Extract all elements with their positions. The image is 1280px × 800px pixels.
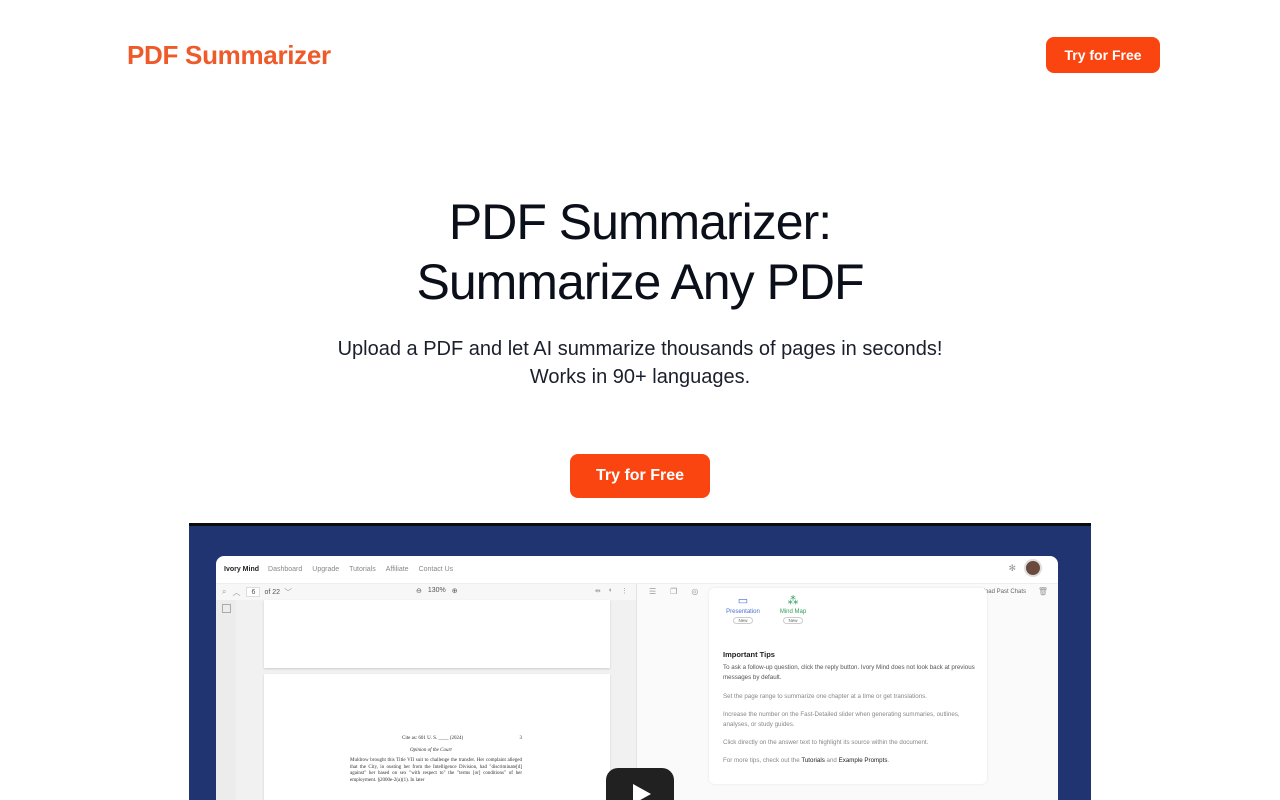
presentation-icon: ▭ (737, 595, 749, 607)
title-line-2: Summarize Any PDF (416, 254, 864, 310)
pdf-page (264, 600, 610, 668)
presentation-label: Presentation (726, 609, 760, 615)
page-number-field: 6 (246, 587, 261, 597)
hero-subtitle: Upload a PDF and let AI summarize thousa… (0, 335, 1280, 391)
try-for-free-header-button[interactable]: Try for Free (1046, 37, 1160, 73)
tutorials-link: Tutorials (801, 757, 825, 764)
page-title: PDF Summarizer: Summarize Any PDF (0, 192, 1280, 312)
zoom-level: 130% (427, 587, 446, 594)
app-nav-affiliate: Affiliate (385, 566, 409, 573)
tips-card: ▭ Presentation New ⁂ Mind Map New Import… (709, 588, 987, 784)
tips-title: Important Tips (723, 650, 775, 659)
split-icon: ⇹ (594, 588, 601, 595)
trash-icon: 🗑 (1037, 587, 1048, 596)
zoom-out-icon: ⊖ (416, 588, 422, 595)
tip: Set the page range to summarize one chap… (723, 693, 927, 700)
title-line-1: PDF Summarizer: (448, 194, 832, 250)
theme-icon: ◐ (608, 587, 613, 594)
subtitle-line-2: Works in 90+ languages. (529, 366, 751, 388)
avatar (1024, 559, 1042, 577)
zoom-in-icon: ⊕ (451, 588, 458, 595)
thumbnail-rail (216, 600, 236, 800)
page-citation: Cite as: 601 U. S. ____ (2024) (402, 736, 464, 741)
video-player[interactable]: Ivory Mind Dashboard Upgrade Tutorials A… (189, 523, 1091, 800)
chat-pane: ☰ ❐ ◎ ⤓ Download Past Chats 🗑 ▭ Presenta… (637, 584, 1058, 800)
viewer-toolbar: ⌕ ︿ 6 of 22 ﹀ ⊖ 130% ⊕ ⇹ ◐ ⋮ (216, 584, 636, 600)
play-icon[interactable] (606, 768, 674, 800)
settings-icon: ✻ (1008, 563, 1016, 573)
app-screenshot: Ivory Mind Dashboard Upgrade Tutorials A… (216, 556, 1058, 800)
more-tips-prefix: For more tips, check out the (723, 757, 800, 764)
mind-map-icon: ⁂ (787, 595, 799, 607)
page-total: of 22 (264, 588, 281, 596)
target-icon: ◎ (691, 587, 699, 596)
subtitle-line-1: Upload a PDF and let AI summarize thousa… (337, 338, 943, 360)
tip: Click directly on the answer text to hig… (723, 739, 929, 746)
pdf-viewer: ⌕ ︿ 6 of 22 ﹀ ⊖ 130% ⊕ ⇹ ◐ ⋮ Cite as: 60… (216, 584, 637, 800)
app-nav-upgrade: Upgrade (312, 566, 340, 573)
logo[interactable]: PDF Summarizer (127, 40, 331, 71)
app-nav-dashboard: Dashboard (268, 566, 303, 573)
mind-map-tile: ⁂ Mind Map New (773, 594, 813, 624)
page-body: Muldrow brought this Title VII suit to c… (350, 758, 522, 783)
example-prompts-link: Example Prompts (838, 757, 888, 764)
page-heading: Opinion of the Court (410, 748, 452, 753)
tip: To ask a follow-up question, click the r… (723, 664, 975, 681)
new-badge: New (783, 617, 803, 624)
chat-tools: ☰ ❐ ◎ (649, 587, 698, 596)
mind-map-label: Mind Map (779, 609, 807, 615)
more-tips: For more tips, check out the Tutorials a… (723, 757, 890, 764)
pdf-page: Cite as: 601 U. S. ____ (2024) 3 Opinion… (264, 674, 610, 800)
page-number: 3 (519, 736, 523, 741)
zoom-controls: ⊖ 130% ⊕ (416, 587, 458, 595)
more-tips-and: and (826, 757, 837, 764)
app-nav: Ivory Mind Dashboard Upgrade Tutorials A… (216, 556, 1058, 584)
app-brand: Ivory Mind (224, 566, 260, 573)
app-nav-tutorials: Tutorials (349, 566, 376, 573)
chevron-up-icon: ︿ (232, 587, 241, 597)
search-icon: ⌕ (222, 587, 227, 596)
chevron-down-icon: ﹀ (284, 587, 293, 597)
viewer-tools: ⇹ ◐ ⋮ (595, 587, 628, 595)
copy-icon: ❐ (670, 587, 678, 596)
presentation-tile: ▭ Presentation New (723, 594, 763, 624)
thumbnails-icon (222, 604, 231, 613)
new-badge: New (733, 617, 753, 624)
try-for-free-hero-button[interactable]: Try for Free (570, 454, 710, 498)
list-icon: ☰ (649, 587, 657, 596)
tip: Increase the number on the Fast-Detailed… (723, 711, 960, 728)
more-icon: ⋮ (621, 588, 628, 595)
app-nav-contact: Contact Us (418, 566, 454, 573)
